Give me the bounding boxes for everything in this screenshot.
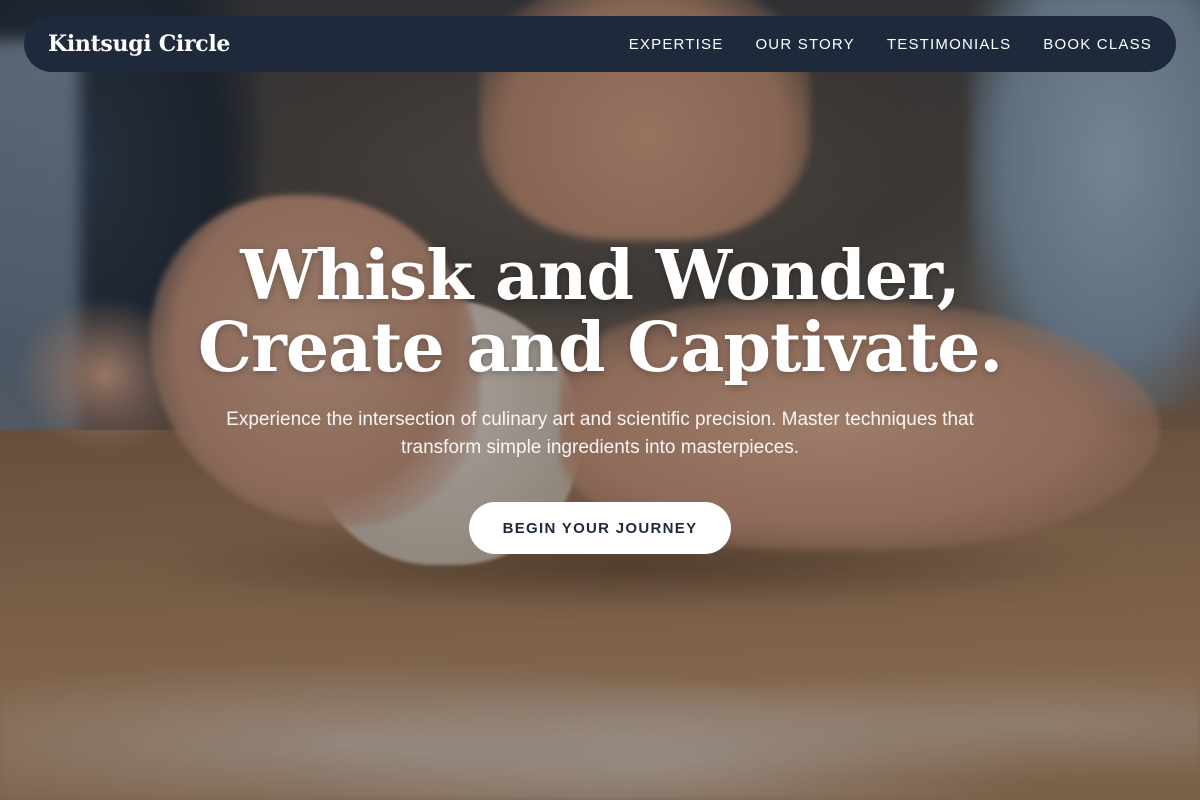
hero-title-line-1: Whisk and Wonder,: [240, 236, 960, 316]
top-navbar: Kintsugi Circle EXPERTISE OUR STORY TEST…: [24, 16, 1176, 72]
hero-title: Whisk and Wonder, Create and Captivate.: [0, 240, 1200, 384]
nav-link-expertise[interactable]: EXPERTISE: [629, 36, 724, 53]
nav-link-book-class[interactable]: BOOK CLASS: [1043, 36, 1152, 53]
hero-content: Whisk and Wonder, Create and Captivate. …: [0, 240, 1200, 554]
hero-subtitle-line-1: Experience the intersection of culinary …: [226, 409, 974, 430]
hero-section: Kintsugi Circle EXPERTISE OUR STORY TEST…: [0, 0, 1200, 800]
hero-title-line-2: Create and Captivate.: [197, 308, 1003, 388]
nav-links: EXPERTISE OUR STORY TESTIMONIALS BOOK CL…: [629, 36, 1152, 53]
nav-link-testimonials[interactable]: TESTIMONIALS: [887, 36, 1011, 53]
begin-journey-button[interactable]: BEGIN YOUR JOURNEY: [469, 502, 731, 554]
hero-subtitle: Experience the intersection of culinary …: [170, 406, 1030, 462]
nav-link-our-story[interactable]: OUR STORY: [755, 36, 854, 53]
hero-subtitle-line-2: transform simple ingredients into master…: [400, 437, 800, 458]
brand-logo[interactable]: Kintsugi Circle: [48, 31, 230, 57]
